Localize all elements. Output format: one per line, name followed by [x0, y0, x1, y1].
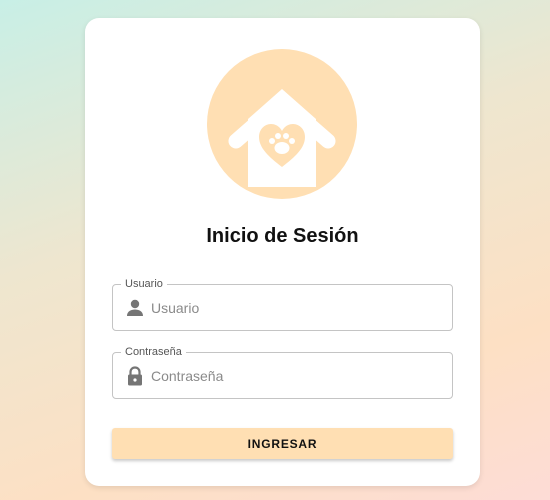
dog-house-paw-heart-icon	[207, 49, 357, 199]
username-label: Usuario	[121, 278, 167, 290]
page-title: Inicio de Sesión	[206, 225, 359, 247]
lock-icon	[128, 366, 142, 386]
username-field[interactable]: Usuario	[112, 278, 453, 331]
password-label: Contraseña	[121, 346, 186, 358]
username-input[interactable]	[151, 293, 441, 323]
password-field[interactable]: Contraseña	[112, 346, 453, 399]
password-input[interactable]	[151, 361, 441, 391]
person-icon	[127, 299, 143, 316]
login-card: Inicio de Sesión Usuario Contraseña INGR…	[85, 18, 480, 486]
submit-button[interactable]: INGRESAR	[112, 428, 453, 459]
